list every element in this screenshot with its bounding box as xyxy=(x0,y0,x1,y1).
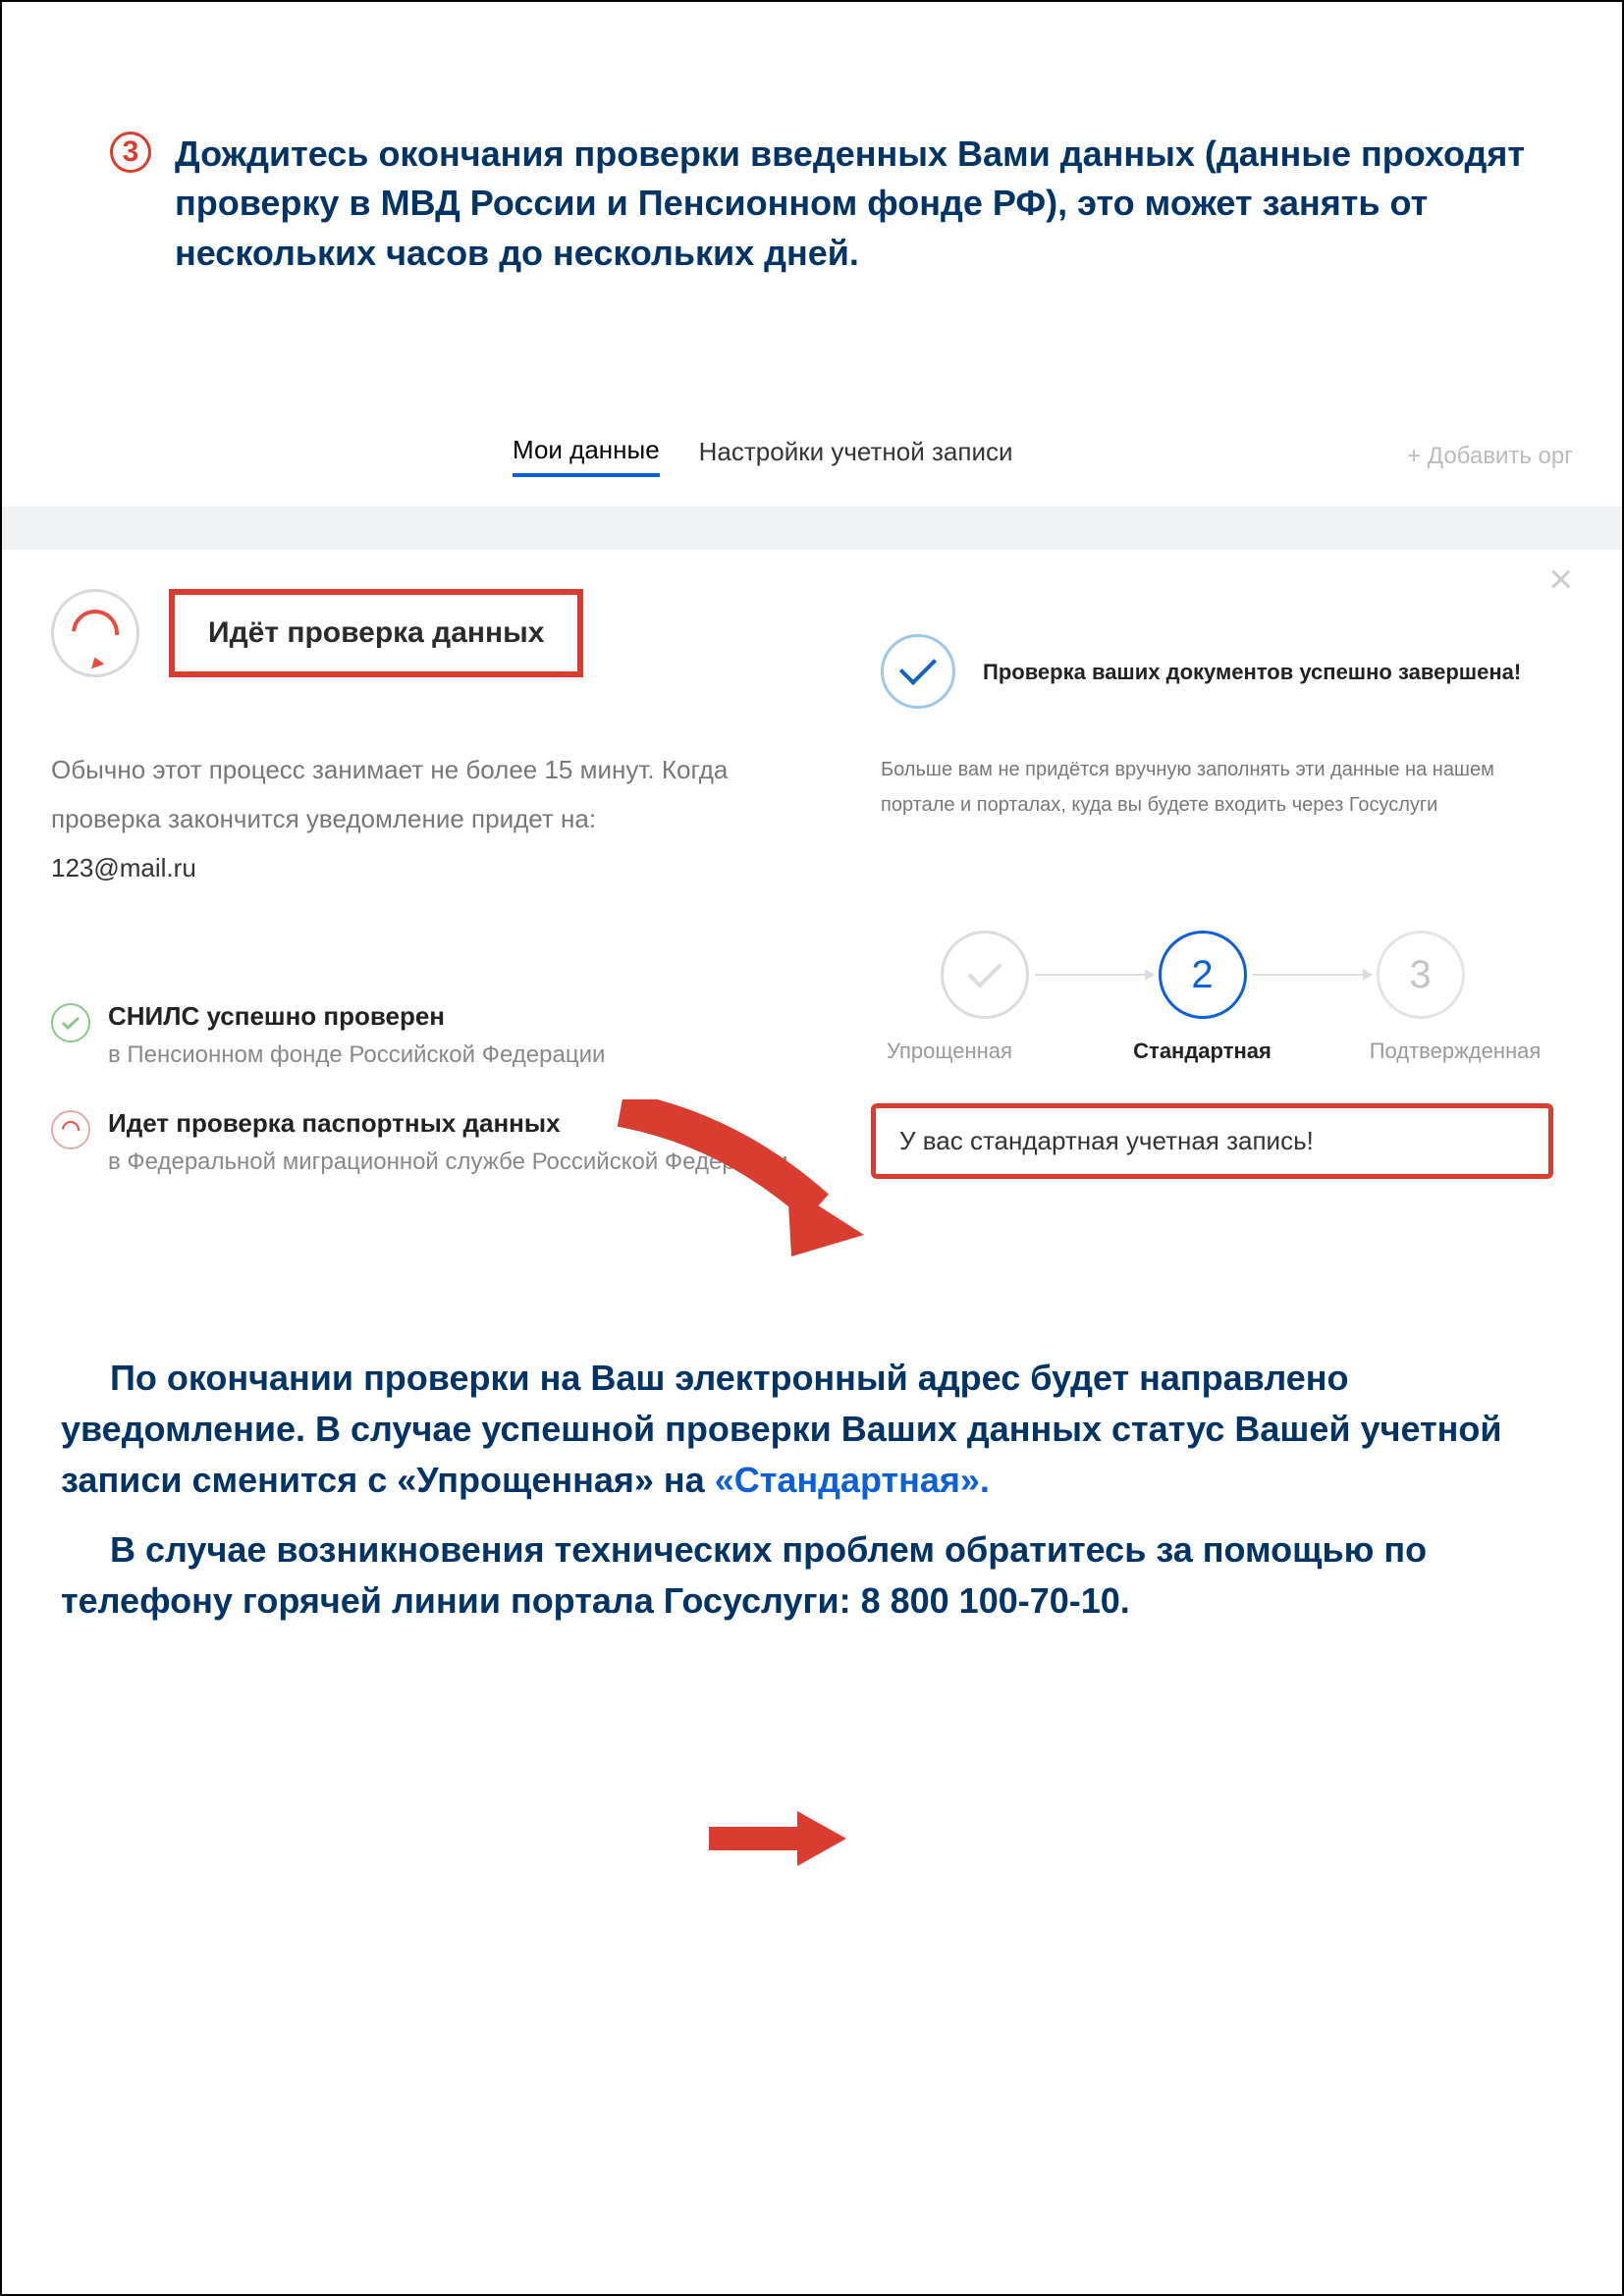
success-title: Проверка ваших документов успешно заверш… xyxy=(983,655,1521,689)
arrow-right-icon xyxy=(1035,974,1153,976)
label-confirmed: Подтвержденная xyxy=(1367,1039,1543,1064)
success-row: Проверка ваших документов успешно заверш… xyxy=(832,634,1573,709)
step-instruction: Дождитесь окончания проверки введенных В… xyxy=(175,130,1583,278)
tab-my-data[interactable]: Мои данные xyxy=(513,435,660,477)
account-level-steps: 2 3 xyxy=(832,931,1573,1019)
step-1-done-icon xyxy=(941,931,1029,1019)
step-3-circle: 3 xyxy=(1377,931,1465,1019)
spinner-icon xyxy=(51,589,139,677)
snils-check-row: СНИЛС успешно проверен в Пенсионном фонд… xyxy=(51,1001,792,1073)
add-organization-link[interactable]: + Добавить орг xyxy=(1407,443,1573,470)
checking-description: Обычно этот процесс занимает не более 15… xyxy=(51,746,792,843)
snils-sub: в Пенсионном фонде Российской Федерации xyxy=(108,1038,605,1073)
snils-title: СНИЛС успешно проверен xyxy=(108,1001,605,1032)
bottom-paragraph: По окончании проверки на Ваш электронный… xyxy=(41,1353,1583,1627)
success-check-icon xyxy=(881,634,955,709)
checking-card: Идёт проверка данных xyxy=(51,589,792,677)
step-2-circle: 2 xyxy=(1159,931,1247,1019)
close-icon[interactable]: × xyxy=(1548,556,1573,603)
arrow-icon xyxy=(611,1099,866,1256)
step-number-badge: 3 xyxy=(110,132,151,173)
tab-account-settings[interactable]: Настройки учетной записи xyxy=(699,437,1013,475)
arrow-right-icon xyxy=(1253,974,1371,976)
label-simplified: Упрощенная xyxy=(861,1039,1038,1064)
step-header: 3 Дождитесь окончания проверки введенных… xyxy=(41,130,1583,278)
notification-email: 123@mail.ru xyxy=(51,853,792,883)
step-labels: Упрощенная Стандартная Подтвержденная xyxy=(832,1039,1573,1064)
arrow-icon xyxy=(709,1811,846,1866)
checking-title-box: Идёт проверка данных xyxy=(169,589,583,677)
tabs-row: Мои данные Настройки учетной записи + До… xyxy=(41,435,1583,477)
check-icon xyxy=(51,1003,90,1042)
account-status-box: У вас стандартная учетная запись! xyxy=(871,1103,1553,1179)
hotline-phone: Госуслуги: 8 800 100-70-10. xyxy=(664,1580,1130,1621)
standard-emphasis: «Стандартная». xyxy=(715,1460,990,1500)
label-standard: Стандартная xyxy=(1114,1039,1291,1064)
divider-bar xyxy=(2,507,1622,550)
success-description: Больше вам не придётся вручную заполнять… xyxy=(832,752,1573,823)
spinner-small-icon xyxy=(51,1110,90,1149)
